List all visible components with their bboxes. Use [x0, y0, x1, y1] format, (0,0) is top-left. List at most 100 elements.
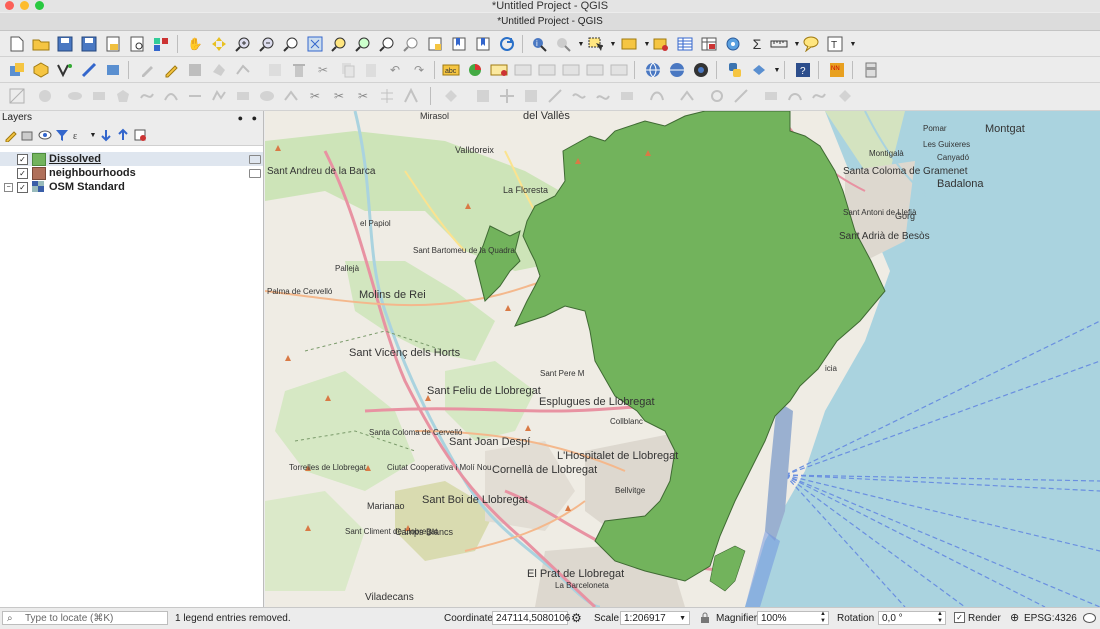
layout-manager-icon[interactable]	[128, 35, 146, 53]
delete-part-icon[interactable]: ✂	[330, 87, 348, 105]
add-vector-layer-icon[interactable]	[56, 61, 74, 79]
scale-select[interactable]: 1:206917 ▼	[620, 611, 690, 625]
identify-features-icon[interactable]: i	[530, 35, 548, 53]
simplify-feature-icon[interactable]	[210, 87, 228, 105]
select-by-value-icon[interactable]	[620, 35, 638, 53]
delete-selected-icon[interactable]	[290, 61, 308, 79]
undo-icon[interactable]: ↶	[386, 61, 404, 79]
coordinate-field[interactable]: 247114,5080106	[492, 611, 570, 625]
digitize-rectangle-icon[interactable]	[90, 87, 108, 105]
style-manager-icon[interactable]	[152, 35, 170, 53]
move-label-icon[interactable]	[562, 61, 580, 79]
highlight-pinned-labels-icon[interactable]	[490, 61, 508, 79]
add-wcs-layer-icon[interactable]	[692, 61, 710, 79]
news-feed-icon[interactable]: NN	[828, 61, 846, 79]
reshape-features-icon[interactable]	[138, 87, 156, 105]
split-parts-icon[interactable]	[378, 87, 396, 105]
new-print-layout-icon[interactable]	[104, 35, 122, 53]
globe-icon[interactable]: ⊕	[1010, 608, 1019, 629]
collapse-all-icon[interactable]	[114, 126, 132, 144]
avoid-overlap-icon[interactable]	[786, 87, 804, 105]
text-annotation-icon[interactable]: T	[826, 35, 844, 53]
new-bookmark-icon[interactable]	[450, 35, 468, 53]
field-calculator-icon[interactable]	[700, 35, 718, 53]
run-feature-action-icon[interactable]	[554, 35, 572, 53]
add-wfs-layer-icon[interactable]	[668, 61, 686, 79]
new-map-view-icon[interactable]	[426, 35, 444, 53]
split-features-icon[interactable]: ✂	[354, 87, 372, 105]
tracing-icon[interactable]	[732, 87, 750, 105]
save-layer-edits-icon[interactable]	[186, 61, 204, 79]
expand-all-icon[interactable]	[97, 126, 115, 144]
add-virtual-layer-icon[interactable]	[104, 61, 122, 79]
map-canvas[interactable]: Mirasol del Vallès Valldoreix La Florest…	[265, 111, 1100, 607]
self-snapping-icon[interactable]	[810, 87, 828, 105]
vertex-editor-icon[interactable]	[678, 87, 696, 105]
close-panel-icon[interactable]: ●	[252, 111, 257, 125]
change-label-icon[interactable]	[610, 61, 628, 79]
trim-extend-icon[interactable]	[546, 87, 564, 105]
zoom-in-icon[interactable]	[234, 35, 252, 53]
add-part-icon[interactable]	[258, 87, 276, 105]
move-label-tool-icon[interactable]	[618, 87, 636, 105]
delete-ring-icon[interactable]: ✂	[306, 87, 324, 105]
add-ring-icon[interactable]	[234, 87, 252, 105]
add-feature-icon[interactable]	[210, 61, 228, 79]
crs-button[interactable]: EPSG:4326	[1024, 608, 1077, 629]
zoom-rubber-band-icon[interactable]	[282, 35, 300, 53]
label-toolbar-icon[interactable]: abc	[442, 61, 460, 79]
processing-toolbox-icon[interactable]	[724, 35, 742, 53]
select-features-icon[interactable]	[586, 35, 604, 53]
layer-visibility-checkbox[interactable]: ✓	[17, 168, 28, 179]
minimize-window-button[interactable]	[20, 1, 29, 10]
advanced-digitizing-icon[interactable]	[8, 87, 26, 105]
render-checkbox[interactable]: ✓	[954, 612, 965, 623]
toggle-editing-icon[interactable]	[162, 61, 180, 79]
layer-item-dissolved[interactable]: ✓ Dissolved	[0, 152, 263, 166]
close-window-button[interactable]	[5, 1, 14, 10]
expand-collapse-icon[interactable]: −	[4, 183, 13, 192]
refresh-icon[interactable]	[498, 35, 516, 53]
maximize-window-button[interactable]	[35, 1, 44, 10]
reverse-line-icon[interactable]	[186, 87, 204, 105]
open-project-icon[interactable]	[32, 35, 50, 53]
zoom-to-selection-icon[interactable]	[330, 35, 348, 53]
add-delimited-text-icon[interactable]	[80, 61, 98, 79]
scale-feature-icon[interactable]	[474, 87, 492, 105]
stepper-arrows-icon[interactable]: ▲ ▼	[937, 611, 943, 625]
filter-legend-icon[interactable]	[53, 126, 71, 144]
diagram-options-icon[interactable]	[466, 61, 484, 79]
save-project-icon[interactable]	[56, 35, 74, 53]
vertex-tool-icon[interactable]	[234, 61, 252, 79]
manage-themes-icon[interactable]	[36, 126, 54, 144]
new-project-icon[interactable]	[8, 35, 26, 53]
stream-digitize-icon[interactable]	[594, 87, 612, 105]
digitize-ellipse-icon[interactable]	[66, 87, 84, 105]
chevron-down-icon[interactable]: ▼	[844, 35, 862, 53]
snapping-icon[interactable]	[708, 87, 726, 105]
stepper-arrows-icon[interactable]: ▲ ▼	[820, 611, 826, 625]
python-console-icon[interactable]	[726, 61, 744, 79]
remove-layer-icon[interactable]	[131, 126, 149, 144]
paste-features-icon[interactable]	[362, 61, 380, 79]
digitize-circle-icon[interactable]	[36, 87, 54, 105]
cut-features-icon[interactable]: ✂	[314, 61, 332, 79]
rotate-feature-icon[interactable]	[442, 87, 460, 105]
layer-item-osm-standard[interactable]: − ✓ OSM Standard	[0, 180, 263, 194]
topology-icon[interactable]	[762, 87, 780, 105]
rotation-spinbox[interactable]: 0,0 ° ▲ ▼	[878, 611, 946, 625]
pin-labels-icon[interactable]	[514, 61, 532, 79]
offset-curve-icon[interactable]	[162, 87, 180, 105]
rotate-label-icon[interactable]	[586, 61, 604, 79]
show-bookmarks-icon[interactable]	[474, 35, 492, 53]
shape-digitize-icon[interactable]	[570, 87, 588, 105]
messages-icon[interactable]	[1083, 608, 1096, 629]
new-geopackage-layer-icon[interactable]	[32, 61, 50, 79]
digitize-polygon-icon[interactable]	[114, 87, 132, 105]
zoom-out-icon[interactable]	[258, 35, 276, 53]
current-edits-icon[interactable]	[138, 61, 156, 79]
deselect-all-icon[interactable]	[652, 35, 670, 53]
snapping-tolerance-icon[interactable]	[836, 87, 854, 105]
pan-map-icon[interactable]: ✋	[186, 35, 204, 53]
zoom-to-layer-icon[interactable]	[354, 35, 372, 53]
